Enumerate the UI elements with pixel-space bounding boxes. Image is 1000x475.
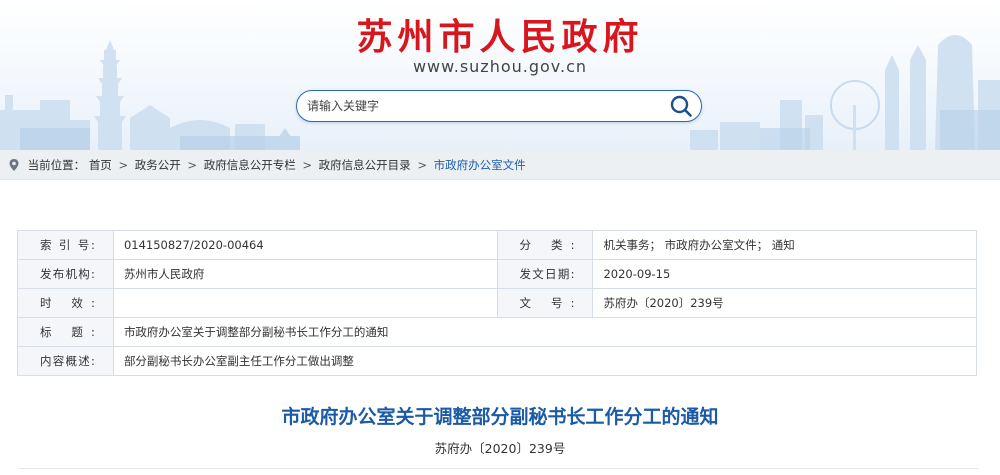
category-value: 机关事务； 市政府办公室文件； 通知 [592, 230, 977, 260]
site-title[interactable]: 苏州市人民政府 [0, 8, 1000, 60]
breadcrumb-info-column[interactable]: 政府信息公开专栏 [204, 150, 296, 180]
breadcrumb-separator: > [118, 158, 129, 172]
breadcrumb-separator: > [302, 158, 313, 172]
document-info-table: 索 引 号: 014150827/2020-00464 分 类: 机关事务； 市… [17, 230, 978, 376]
breadcrumb-prefix: 当前位置： [27, 158, 86, 172]
doc-number-label: 文 号: [496, 288, 594, 318]
divider [18, 468, 978, 469]
site-header: 苏州市人民政府 www.suzhou.gov.cn [0, 0, 1000, 150]
search-input[interactable] [307, 91, 657, 120]
summary-label: 内容概述: [17, 346, 114, 376]
search-box [296, 90, 702, 122]
summary-value: 部分副秘书长办公室副主任工作分工做出调整 [112, 346, 978, 376]
breadcrumb-bar: 当前位置： 首页 > 政务公开 > 政府信息公开专栏 > 政府信息公开目录 > … [0, 150, 1000, 180]
issuer-value: 苏州市人民政府 [112, 259, 498, 289]
breadcrumb-home[interactable]: 首页 [89, 150, 112, 180]
date-value: 2020-09-15 [592, 259, 977, 289]
table-row: 时 效: 文 号: 苏府办〔2020〕239号 [17, 288, 977, 318]
location-pin-icon [8, 150, 24, 191]
category-label: 分 类: [496, 230, 594, 260]
document-number: 苏府办〔2020〕239号 [434, 441, 566, 456]
breadcrumb-gov-affairs[interactable]: 政务公开 [135, 150, 181, 180]
table-row: 标 题: 市政府办公室关于调整部分副秘书长工作分工的通知 [17, 317, 978, 347]
date-label: 发文日期: [496, 259, 594, 289]
validity-value [112, 288, 498, 318]
site-url[interactable]: www.suzhou.gov.cn [0, 57, 1000, 76]
breadcrumb-info-catalog[interactable]: 政府信息公开目录 [319, 150, 411, 180]
table-row: 内容概述: 部分副秘书长办公室副主任工作分工做出调整 [17, 346, 978, 376]
breadcrumb-separator: > [417, 158, 427, 172]
breadcrumb: 当前位置： 首页 > 政务公开 > 政府信息公开专栏 > 政府信息公开目录 > … [8, 150, 526, 180]
table-row: 发布机构: 苏州市人民政府 发文日期: 2020-09-15 [17, 259, 977, 289]
title-label: 标 题: [17, 317, 114, 347]
search-icon[interactable] [669, 94, 693, 118]
document-title: 市政府办公室关于调整部分副秘书长工作分工的通知 [281, 406, 719, 428]
breadcrumb-separator: > [187, 158, 198, 172]
breadcrumb-current[interactable]: 市政府办公室文件 [434, 150, 526, 180]
table-row: 索 引 号: 014150827/2020-00464 分 类: 机关事务； 市… [17, 230, 977, 260]
index-label: 索 引 号: [17, 230, 114, 260]
issuer-label: 发布机构: [17, 259, 114, 289]
validity-label: 时 效: [17, 288, 114, 318]
index-value: 014150827/2020-00464 [112, 230, 498, 260]
doc-number-value: 苏府办〔2020〕239号 [592, 288, 977, 318]
title-value: 市政府办公室关于调整部分副秘书长工作分工的通知 [112, 317, 978, 347]
